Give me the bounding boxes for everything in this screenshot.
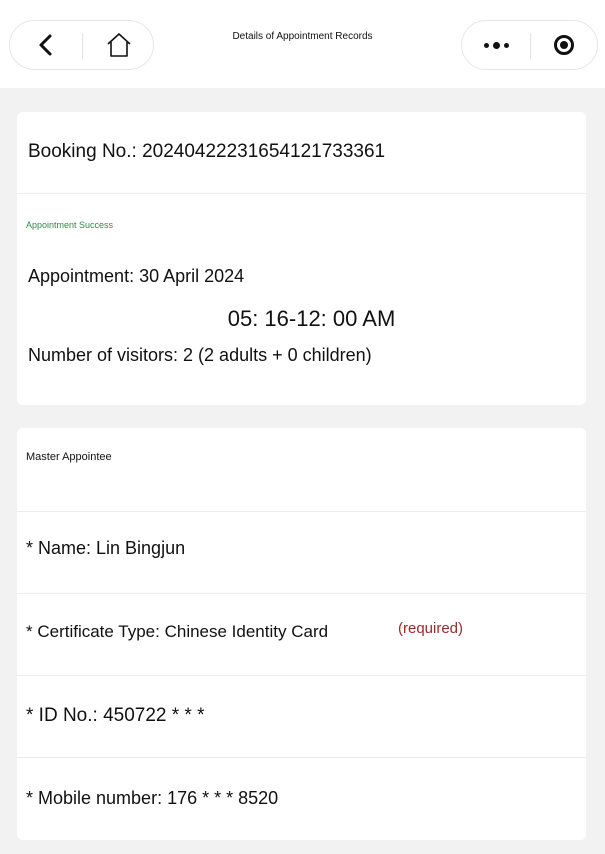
home-icon	[107, 33, 131, 57]
close-miniprogram-button[interactable]	[531, 21, 597, 69]
divider	[17, 511, 586, 512]
more-dots-icon	[483, 41, 509, 49]
divider	[17, 193, 586, 194]
divider	[17, 593, 586, 594]
mobile-number: * Mobile number: 176 * * * 8520	[26, 788, 279, 808]
capsule-menu	[461, 20, 598, 70]
divider	[17, 757, 586, 758]
master-appointee-card: Master Appointee * Name: Lin Bingjun * C…	[17, 428, 586, 840]
certificate-type: * Certificate Type: Chinese Identity Car…	[26, 622, 329, 641]
home-button[interactable]	[83, 21, 155, 69]
visitor-count: Number of visitors: 2 (2 adults + 0 chil…	[28, 345, 372, 365]
top-navigation-bar: Details of Appointment Records	[0, 0, 605, 88]
nav-pill	[9, 20, 154, 70]
more-button[interactable]	[462, 21, 530, 69]
appointment-date: Appointment: 30 April 2024	[28, 266, 245, 286]
required-label: (required)	[398, 620, 464, 637]
section-title: Master Appointee	[26, 451, 112, 463]
page-title: Details of Appointment Records	[232, 31, 373, 42]
appointment-time: 05: 16-12: 00 AM	[227, 306, 396, 331]
divider	[17, 675, 586, 676]
back-button[interactable]	[10, 21, 82, 69]
appointee-name: * Name: Lin Bingjun	[26, 538, 186, 558]
target-circle-icon	[554, 35, 574, 55]
id-number: * ID No.: 450722 * * *	[26, 705, 205, 726]
appointment-summary-card: Booking No.: 20240422231654121733361 App…	[17, 112, 586, 405]
status-badge: Appointment Success	[26, 220, 114, 230]
chevron-left-icon	[39, 34, 52, 56]
booking-number: Booking No.: 20240422231654121733361	[28, 141, 386, 162]
